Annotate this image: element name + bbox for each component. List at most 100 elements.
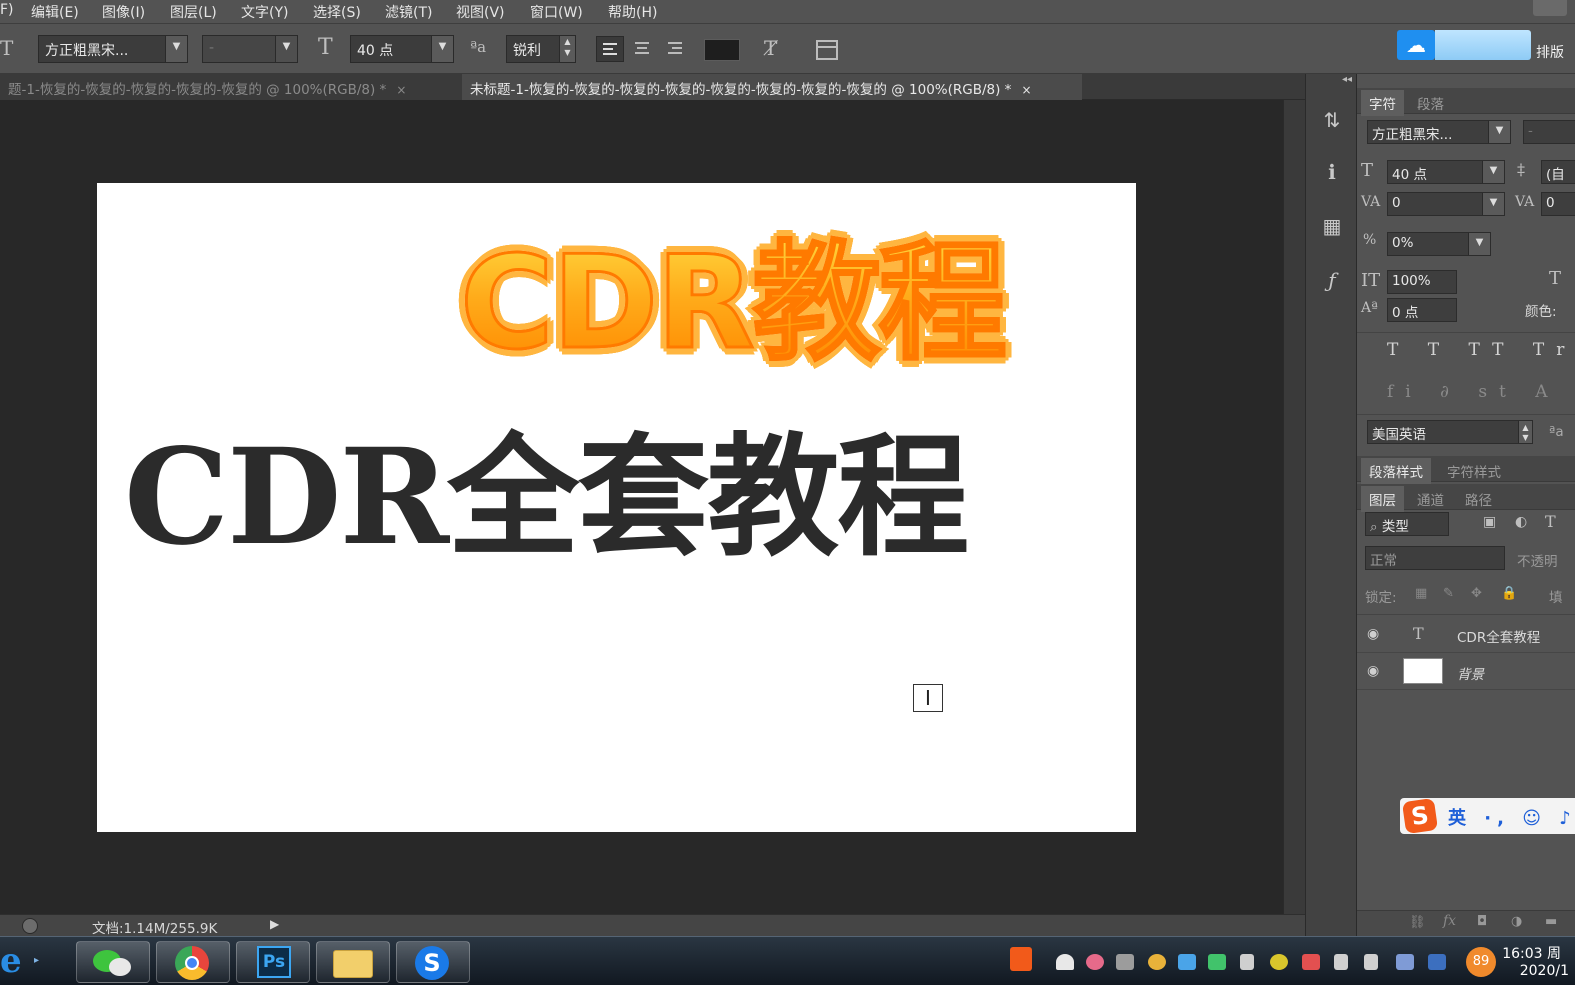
taskbar-photoshop[interactable]: Ps — [236, 941, 310, 983]
tab-paragraph-styles[interactable]: 段落样式 — [1361, 458, 1431, 484]
menu-file[interactable]: F) — [0, 2, 14, 18]
menu-image[interactable]: 图像(I) — [102, 2, 145, 22]
folder-icon[interactable]: ▬ — [1545, 914, 1557, 929]
baseline-field[interactable]: 0 点 — [1387, 298, 1457, 322]
styles-icon[interactable]: ƒ — [1320, 268, 1344, 292]
leading-select[interactable]: (自 — [1541, 160, 1575, 184]
clipboard-icon[interactable] — [1334, 954, 1348, 970]
tab-document-2[interactable]: 未标题-1-恢复的-恢复的-恢复的-恢复的-恢复的-恢复的-恢复的-恢复的 @ … — [462, 74, 1082, 100]
workspace-label[interactable]: 排版 — [1536, 42, 1564, 62]
menu-help[interactable]: 帮助(H) — [608, 2, 657, 22]
menu-edit[interactable]: 编辑(E) — [31, 2, 79, 22]
align-center-button[interactable] — [628, 36, 656, 62]
clock-date[interactable]: 2020/1 — [1520, 963, 1569, 979]
menu-window[interactable]: 窗口(W) — [530, 2, 583, 22]
taskbar-explorer[interactable] — [316, 941, 390, 983]
display-icon[interactable] — [1396, 954, 1414, 970]
tracking-select[interactable]: 0 — [1541, 192, 1575, 216]
layer-filter-select[interactable]: ⌕ 类型 — [1365, 512, 1449, 536]
layer-row-background[interactable]: ◉ 背景 — [1357, 654, 1575, 690]
tab-document-1[interactable]: 题-1-恢复的-恢复的-恢复的-恢复的-恢复的 @ 100%(RGB/8) * × — [0, 74, 462, 100]
panel-font-size-select[interactable]: 40 点 ▼ — [1387, 160, 1505, 184]
lock-brush-icon[interactable]: ✎ — [1443, 586, 1454, 601]
font-size-select[interactable]: 40 点 ▼ — [350, 35, 454, 63]
scale-select[interactable]: 0% ▼ — [1387, 232, 1491, 256]
layer-row-text[interactable]: ◉ T CDR全套教程 — [1357, 617, 1575, 653]
close-icon[interactable]: × — [1021, 83, 1031, 97]
lock-move-icon[interactable]: ✥ — [1471, 586, 1482, 601]
info-icon[interactable]: ℹ — [1320, 160, 1344, 184]
play-tray-icon[interactable] — [1208, 954, 1226, 970]
camera-icon[interactable] — [1116, 954, 1134, 970]
mask-icon[interactable]: ◘ — [1477, 914, 1487, 929]
signal-icon[interactable] — [1240, 954, 1254, 970]
tab-layers[interactable]: 图层 — [1361, 486, 1404, 512]
clock-time[interactable]: 16:03 周 — [1502, 943, 1561, 963]
tab-channels[interactable]: 通道 — [1409, 486, 1452, 512]
ie-icon[interactable]: e — [0, 941, 22, 981]
bell-icon[interactable] — [1056, 954, 1074, 970]
eye-icon[interactable]: ◉ — [1367, 663, 1379, 679]
filter-image-icon[interactable]: ▣ — [1483, 514, 1496, 530]
lock-pixels-icon[interactable]: ▦ — [1415, 586, 1427, 601]
play-icon[interactable]: ▶ — [270, 917, 279, 931]
status-info-icon[interactable] — [22, 918, 38, 934]
align-right-button[interactable] — [660, 36, 688, 62]
cloud-tray-icon[interactable] — [1178, 954, 1196, 970]
panels-toggle-icon[interactable] — [816, 40, 838, 60]
menu-filter[interactable]: 滤镜(T) — [385, 2, 432, 22]
fx-icon[interactable]: fx — [1443, 913, 1456, 929]
link-icon[interactable]: ⛓ — [1409, 915, 1426, 930]
kerning-select[interactable]: 0 ▼ — [1387, 192, 1505, 216]
menu-layer[interactable]: 图层(L) — [170, 2, 217, 22]
collapse-icon[interactable]: ◂◂ — [1342, 74, 1352, 85]
ime-status[interactable]: 英 ·, ☺ ♪ ⊞ — [1448, 804, 1575, 830]
eye-icon[interactable]: ◉ — [1367, 626, 1379, 642]
font-family-select[interactable]: 方正粗黑宋... ▼ — [38, 35, 188, 63]
tab-character[interactable]: 字符 — [1361, 90, 1404, 116]
tab-paragraph[interactable]: 段落 — [1409, 90, 1452, 116]
type-tool-icon[interactable]: T — [0, 36, 13, 60]
menu-select[interactable]: 选择(S) — [313, 2, 361, 22]
cloud-input[interactable] — [1435, 30, 1531, 60]
warp-text-icon[interactable]: Ⱦ — [764, 36, 777, 60]
menu-type[interactable]: 文字(Y) — [241, 2, 288, 22]
history-icon[interactable]: ⇅ — [1320, 108, 1344, 132]
font-style-select[interactable]: - ▼ — [202, 35, 298, 63]
window-minimize-button[interactable] — [1533, 0, 1567, 16]
panel-font-family-select[interactable]: 方正粗黑宋... ▼ — [1367, 120, 1511, 144]
lock-all-icon[interactable]: 🔒 — [1501, 586, 1517, 601]
flag-icon[interactable] — [1302, 954, 1320, 970]
tab-paths[interactable]: 路径 — [1457, 486, 1500, 512]
antialias-select[interactable]: 锐利 ▲ ▼ — [506, 35, 576, 63]
opentype-buttons[interactable]: fi ∂ st A aa T — [1387, 382, 1575, 402]
cloud-icon[interactable]: ☁ — [1397, 30, 1435, 60]
sogou-tray-icon[interactable] — [1010, 947, 1032, 971]
taskbar-sogou-browser[interactable]: S — [396, 941, 470, 983]
text-color-swatch[interactable] — [704, 39, 740, 61]
ime-toolbar[interactable]: S 英 ·, ☺ ♪ ⊞ — [1400, 797, 1575, 835]
tab-character-styles[interactable]: 字符样式 — [1439, 458, 1509, 484]
menu-view[interactable]: 视图(V) — [456, 2, 505, 22]
language-select[interactable]: 美国英语 ▲ ▼ — [1367, 420, 1533, 444]
type-style-buttons[interactable]: T T TT Tr T' T, — [1387, 340, 1575, 360]
filter-type-icon[interactable]: T — [1545, 512, 1556, 531]
blend-mode-select[interactable]: 正常 — [1365, 546, 1505, 570]
document-tab-bar: 题-1-恢复的-恢复的-恢复的-恢复的-恢复的 @ 100%(RGB/8) * ×… — [0, 74, 1305, 100]
panel-font-style-select[interactable]: - — [1523, 120, 1575, 144]
volume-icon[interactable] — [1364, 954, 1378, 970]
taskbar-wechat[interactable] — [76, 941, 150, 983]
adjustment-icon[interactable]: ◑ — [1511, 914, 1522, 929]
align-left-button[interactable] — [596, 36, 624, 62]
swatches-icon[interactable]: ▦ — [1320, 214, 1344, 238]
close-icon[interactable]: × — [396, 83, 406, 97]
vertical-scrollbar[interactable] — [1283, 100, 1305, 914]
vertical-scale-field[interactable]: 100% — [1387, 270, 1457, 294]
filter-adjust-icon[interactable]: ◐ — [1515, 514, 1527, 530]
notification-badge[interactable]: 89 — [1466, 947, 1496, 977]
flower-icon[interactable] — [1086, 954, 1104, 970]
keyboard-icon[interactable] — [1428, 954, 1446, 970]
taskbar-chrome[interactable] — [156, 941, 230, 983]
plus-icon[interactable] — [1270, 954, 1288, 970]
qq-icon[interactable] — [1148, 954, 1166, 970]
